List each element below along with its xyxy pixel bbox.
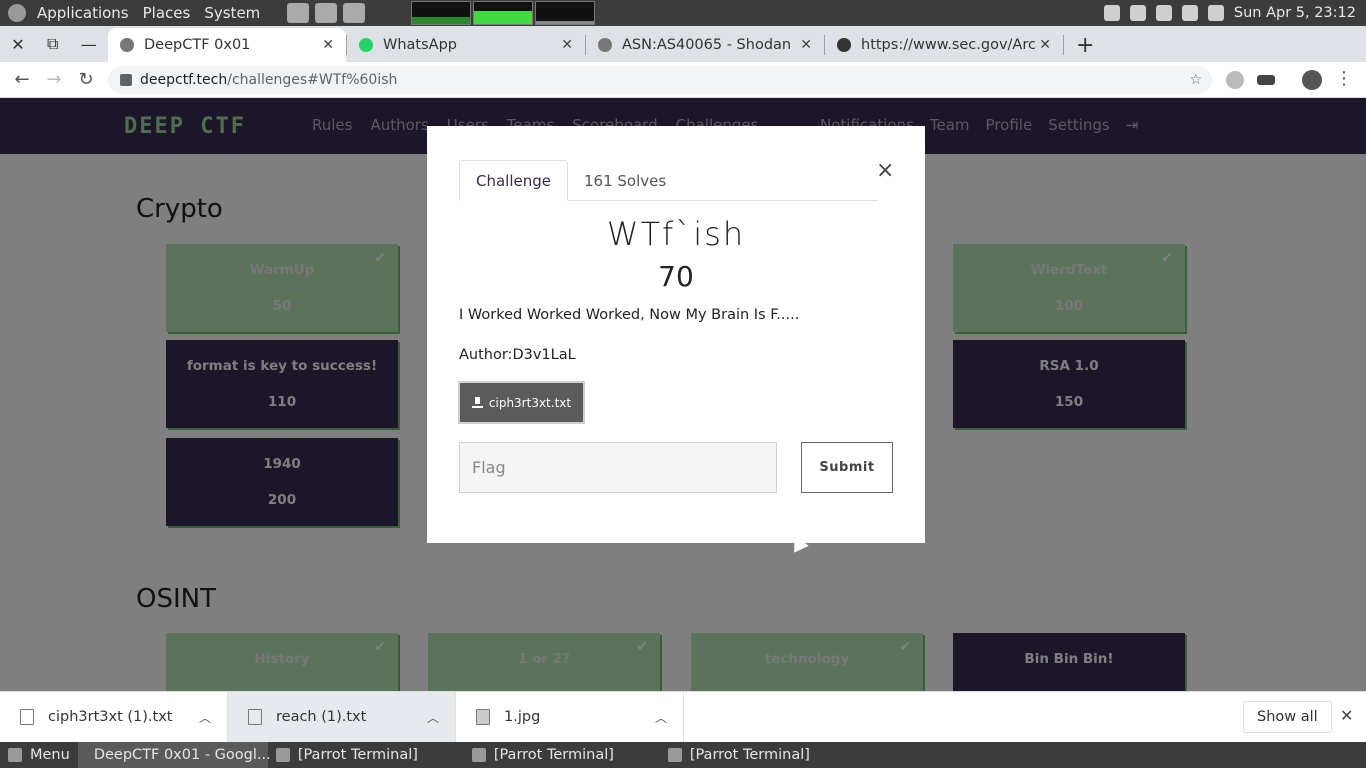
sec-favicon-icon xyxy=(837,38,851,52)
download-shelf: ciph3rt3xt (1).txt ︿ reach (1).txt ︿ 1.j… xyxy=(0,691,1366,743)
profile-avatar-icon[interactable] xyxy=(1302,70,1322,90)
whatsapp-favicon-icon xyxy=(359,38,373,52)
tab-shodan[interactable]: ASN:AS40065 - Shodan S ✕ xyxy=(586,28,824,62)
challenge-author: Author:D3v1LaL xyxy=(459,347,576,363)
menu-icon xyxy=(8,748,22,762)
browser-menu-icon[interactable]: ⋮ xyxy=(1328,68,1360,89)
memory-monitor-graph xyxy=(473,1,534,25)
battery-icon[interactable] xyxy=(1207,5,1224,21)
chevron-up-icon[interactable]: ︿ xyxy=(655,709,667,726)
address-bar[interactable]: deepctf.tech/challenges#WTf%60ish ☆ xyxy=(108,66,1212,94)
terminal-launcher-icon[interactable] xyxy=(343,3,366,23)
shodan-favicon-icon xyxy=(598,38,612,52)
terminal-icon xyxy=(667,748,682,762)
download-item[interactable]: reach (1).txt ︿ xyxy=(228,691,456,743)
close-download-shelf-icon[interactable]: ✕ xyxy=(1340,706,1353,725)
download-filename: 1.jpg xyxy=(504,709,541,725)
back-arrow-icon[interactable]: ← xyxy=(6,69,38,90)
network-signal-icon[interactable] xyxy=(1181,5,1198,21)
browser-tab-strip: ✕ ⧉ — DeepCTF 0x01 ✕ WhatsApp ✕ ASN:AS40… xyxy=(0,26,1366,62)
modal-close-icon[interactable]: × xyxy=(876,158,894,183)
lock-icon[interactable] xyxy=(120,74,132,86)
challenge-file-label: ciph3rt3xt.txt xyxy=(488,395,572,410)
download-item[interactable]: 1.jpg ︿ xyxy=(456,691,684,743)
tab-sec-gov[interactable]: https://www.sec.gov/Arch ✕ xyxy=(825,28,1063,62)
terminal-icon xyxy=(275,748,290,762)
download-filename: ciph3rt3xt (1).txt xyxy=(48,709,173,725)
cpu-monitor-graph xyxy=(411,1,472,25)
tab-title: ASN:AS40065 - Shodan S xyxy=(622,37,794,53)
url-host: deepctf.tech xyxy=(140,72,228,88)
clock[interactable]: Sun Apr 5, 23:12 xyxy=(1234,5,1356,21)
task-terminal[interactable]: [Parrot Terminal] xyxy=(464,742,660,768)
window-controls: ✕ ⧉ — xyxy=(0,26,108,62)
page-viewport: DEEP CTF Rules Authors Users Teams Score… xyxy=(0,98,1366,691)
image-file-icon xyxy=(476,709,490,725)
tab-title: DeepCTF 0x01 xyxy=(144,37,251,53)
deepctf-favicon-icon xyxy=(120,38,134,52)
menu-system[interactable]: System xyxy=(197,0,267,26)
download-filename: reach (1).txt xyxy=(276,709,367,725)
tab-close-icon[interactable]: ✕ xyxy=(561,37,573,53)
modal-tabs: Challenge 161 Solves xyxy=(459,160,877,201)
show-all-downloads-button[interactable]: Show all xyxy=(1243,701,1332,733)
bottom-taskbar: Menu DeepCTF 0x01 - Googl... [Parrot Ter… xyxy=(0,742,1366,768)
menu-applications[interactable]: Applications xyxy=(30,0,136,26)
tab-close-icon[interactable]: ✕ xyxy=(322,37,334,53)
tab-title: WhatsApp xyxy=(383,37,457,53)
reload-icon[interactable]: ↻ xyxy=(70,69,102,90)
download-icon xyxy=(471,397,483,408)
new-tab-button[interactable]: + xyxy=(1064,28,1106,62)
extension-icon[interactable] xyxy=(1226,71,1244,89)
start-menu-button[interactable]: Menu xyxy=(0,742,78,768)
network-monitor-graph xyxy=(535,1,596,25)
challenge-file-button[interactable]: ciph3rt3xt.txt xyxy=(458,381,585,424)
tab-deepctf[interactable]: DeepCTF 0x01 ✕ xyxy=(108,28,346,62)
forward-arrow-icon[interactable]: → xyxy=(38,69,70,90)
challenge-description: I Worked Worked Worked, Now My Brain Is … xyxy=(459,307,800,323)
window-minimize-icon[interactable]: — xyxy=(81,35,97,54)
download-item[interactable]: ciph3rt3xt (1).txt ︿ xyxy=(0,691,228,743)
tab-close-icon[interactable]: ✕ xyxy=(800,37,812,53)
tab-solves[interactable]: 161 Solves xyxy=(568,160,682,201)
volume-icon[interactable] xyxy=(1129,5,1146,21)
parrot-logo-icon xyxy=(8,4,26,22)
flag-input[interactable] xyxy=(459,442,777,493)
task-terminal[interactable]: [Parrot Terminal] xyxy=(268,742,464,768)
terminal-icon xyxy=(471,748,486,762)
tab-close-icon[interactable]: ✕ xyxy=(1039,37,1051,53)
challenge-modal: Challenge 161 Solves × WTf`ish 70 I Work… xyxy=(427,126,925,543)
incognito-mask-icon[interactable] xyxy=(1257,75,1275,85)
system-top-bar: Applications Places System Sun Apr 5, 23… xyxy=(0,0,1366,26)
bookmark-star-icon[interactable]: ☆ xyxy=(1189,72,1202,88)
text-editor-launcher-icon[interactable] xyxy=(315,3,338,23)
text-file-icon xyxy=(20,709,34,725)
menu-places[interactable]: Places xyxy=(136,0,198,26)
tab-whatsapp[interactable]: WhatsApp ✕ xyxy=(347,28,585,62)
tab-title: https://www.sec.gov/Arch xyxy=(861,37,1037,53)
challenge-title: WTf`ish xyxy=(606,215,746,253)
window-restore-icon[interactable]: ⧉ xyxy=(47,34,58,54)
chevron-up-icon[interactable]: ︿ xyxy=(199,709,211,726)
challenge-points: 70 xyxy=(658,260,694,293)
bluetooth-icon[interactable] xyxy=(1103,5,1120,21)
chevron-up-icon[interactable]: ︿ xyxy=(427,709,439,726)
tab-challenge[interactable]: Challenge xyxy=(459,160,568,201)
browser-toolbar: ← → ↻ deepctf.tech/challenges#WTf%60ish … xyxy=(0,62,1366,98)
url-path: /challenges#WTf%60ish xyxy=(227,72,398,88)
firefox-launcher-icon[interactable] xyxy=(287,3,310,23)
task-terminal[interactable]: [Parrot Terminal] xyxy=(660,742,856,768)
text-file-icon xyxy=(248,709,262,725)
database-icon[interactable] xyxy=(1155,5,1172,21)
window-close-icon[interactable]: ✕ xyxy=(11,35,24,54)
submit-button[interactable]: Submit xyxy=(801,442,893,493)
task-chrome[interactable]: DeepCTF 0x01 - Googl... xyxy=(77,742,271,768)
